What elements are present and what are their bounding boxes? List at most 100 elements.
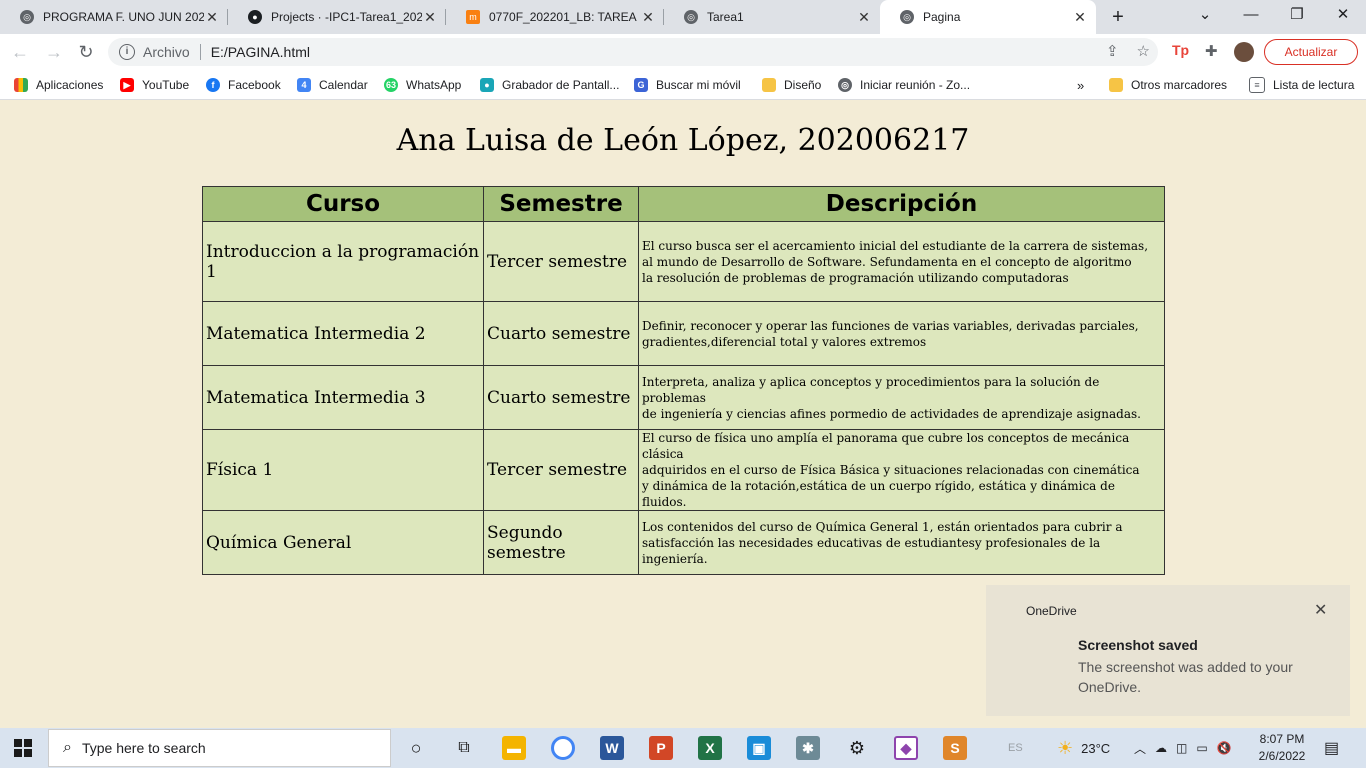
meet-now-icon[interactable]: ◫ bbox=[1176, 741, 1187, 755]
bookmark-label: Otros marcadores bbox=[1131, 78, 1228, 92]
weather-widget[interactable]: ☀ 23°C bbox=[1057, 728, 1110, 768]
apps-icon bbox=[14, 78, 28, 92]
settings-gear-icon[interactable]: ⚙ bbox=[845, 736, 869, 760]
tab-pagina[interactable]: ◎ Pagina ✕ bbox=[880, 0, 1096, 34]
address-bar[interactable]: i Archivo E:/PAGINA.html ⇪ ☆ bbox=[108, 38, 1158, 66]
calendar-icon: 4 bbox=[297, 78, 311, 92]
description-line: gradientes,diferencial total y valores e… bbox=[642, 334, 927, 349]
close-tab-icon[interactable]: ✕ bbox=[640, 9, 656, 26]
show-hidden-icons-chevron-icon[interactable]: ︿ bbox=[1134, 740, 1146, 757]
description-line: y dinámica de la rotación,estática de un… bbox=[642, 479, 1115, 509]
column-header-curso: Curso bbox=[202, 186, 484, 222]
remote-desktop-icon[interactable]: ▣ bbox=[747, 736, 771, 760]
tab-programa[interactable]: ◎ PROGRAMA F. UNO JUN 2021 ✕ bbox=[0, 0, 228, 34]
minimize-icon[interactable]: — bbox=[1228, 0, 1274, 30]
bookmark-other[interactable]: Otros marcadores bbox=[1109, 70, 1227, 100]
notifications-icon[interactable]: ▤ bbox=[1324, 728, 1339, 768]
file-explorer-icon[interactable]: ▬ bbox=[502, 736, 526, 760]
folder-icon bbox=[1109, 78, 1123, 92]
bookmark-recorder[interactable]: ● Grabador de Pantall... bbox=[480, 70, 619, 100]
windows-start-icon[interactable] bbox=[14, 739, 32, 757]
sublime-text-icon[interactable]: S bbox=[943, 736, 967, 760]
cell-descripcion: Interpreta, analiza y aplica conceptos y… bbox=[638, 365, 1165, 430]
column-header-semestre: Semestre bbox=[483, 186, 639, 222]
search-placeholder: Type here to search bbox=[81, 740, 206, 756]
volume-muted-icon[interactable]: 🔇 bbox=[1217, 741, 1232, 755]
extension-tp-icon[interactable]: Tp bbox=[1172, 42, 1189, 58]
bookmark-diseno[interactable]: Diseño bbox=[762, 70, 821, 100]
update-button[interactable]: Actualizar bbox=[1264, 39, 1358, 65]
cell-semestre: Cuarto semestre bbox=[483, 301, 639, 366]
close-tab-icon[interactable]: ✕ bbox=[856, 9, 872, 26]
close-tab-icon[interactable]: ✕ bbox=[1072, 9, 1088, 26]
new-tab-button[interactable]: + bbox=[1104, 6, 1132, 28]
courses-table: Curso Semestre Descripción Introduccion … bbox=[202, 186, 1165, 575]
bookmark-star-icon[interactable]: ☆ bbox=[1137, 42, 1150, 60]
bookmark-label: Grabador de Pantall... bbox=[502, 78, 620, 92]
close-notification-icon[interactable]: ✕ bbox=[1314, 600, 1327, 620]
extensions-puzzle-icon[interactable]: ✚ bbox=[1205, 42, 1218, 60]
globe-icon: ◎ bbox=[900, 10, 914, 24]
bookmark-facebook[interactable]: f Facebook bbox=[206, 70, 281, 100]
page-heading: Ana Luisa de León López, 202006217 bbox=[396, 123, 970, 158]
close-tab-icon[interactable]: ✕ bbox=[422, 9, 438, 26]
bookmark-youtube[interactable]: ▶ YouTube bbox=[120, 70, 189, 100]
cell-descripcion: El curso busca ser el acercamiento inici… bbox=[638, 221, 1165, 302]
tab-strip: ◎ PROGRAMA F. UNO JUN 2021 ✕ ● Projects … bbox=[0, 0, 1366, 34]
youtube-icon: ▶ bbox=[120, 78, 134, 92]
search-icon: ⌕ bbox=[63, 739, 72, 756]
close-window-icon[interactable]: ✕ bbox=[1320, 0, 1366, 30]
onedrive-cloud-icon[interactable]: ☁ bbox=[1155, 741, 1167, 755]
cell-semestre: Cuarto semestre bbox=[483, 365, 639, 430]
app-icon[interactable]: ✱ bbox=[796, 736, 820, 760]
cell-semestre: Tercer semestre bbox=[483, 221, 639, 302]
bookmark-find-phone[interactable]: G Buscar mi móvil bbox=[634, 70, 741, 100]
bookmark-label: YouTube bbox=[142, 78, 190, 92]
description-line: Interpreta, analiza y aplica conceptos y… bbox=[642, 374, 1100, 405]
excel-icon[interactable]: X bbox=[698, 736, 722, 760]
share-icon[interactable]: ⇪ bbox=[1106, 42, 1119, 60]
bookmark-label: Aplicaciones bbox=[36, 78, 104, 92]
bookmark-calendar[interactable]: 4 Calendar bbox=[297, 70, 368, 100]
bookmark-label: Facebook bbox=[228, 78, 281, 92]
forward-icon[interactable]: → bbox=[42, 40, 66, 64]
onedrive-notification[interactable]: OneDrive ✕ Screenshot saved The screensh… bbox=[986, 585, 1350, 716]
cube-app-icon[interactable]: ◆ bbox=[894, 736, 918, 760]
bookmark-apps[interactable]: Aplicaciones bbox=[14, 70, 103, 100]
description-line: Definir, reconocer y operar las funcione… bbox=[642, 318, 1139, 333]
bookmark-label: Iniciar reunión - Zo... bbox=[860, 78, 971, 92]
bookmark-label: Diseño bbox=[784, 78, 822, 92]
tab-search-icon[interactable]: ⌄ bbox=[1182, 0, 1228, 30]
tab-tarea1[interactable]: ◎ Tarea1 ✕ bbox=[664, 0, 880, 34]
chrome-icon[interactable] bbox=[551, 736, 575, 760]
bookmark-zoom[interactable]: ◎ Iniciar reunión - Zo... bbox=[838, 70, 970, 100]
cell-semestre: Segundo semestre bbox=[483, 510, 639, 575]
info-icon[interactable]: i bbox=[119, 44, 135, 60]
back-icon[interactable]: ← bbox=[8, 40, 32, 64]
cell-descripcion: El curso de física uno amplía el panoram… bbox=[638, 429, 1165, 511]
description-line: satisfacción las necesidades educativas … bbox=[642, 535, 1101, 566]
table-row: Física 1 Tercer semestre El curso de fís… bbox=[202, 429, 1165, 511]
cell-curso: Introduccion a la programación 1 bbox=[202, 221, 484, 302]
whatsapp-icon: 63 bbox=[384, 78, 398, 92]
cortana-icon[interactable]: ○ bbox=[404, 736, 428, 760]
more-bookmarks-chevron-icon[interactable]: » bbox=[1077, 70, 1084, 100]
taskbar-search[interactable]: ⌕ Type here to search bbox=[48, 729, 391, 767]
restore-icon[interactable]: ❐ bbox=[1274, 0, 1320, 30]
language-indicator[interactable]: ES bbox=[1008, 728, 1023, 768]
tab-moodle[interactable]: m 0770F_202201_LB: TAREA 1 ✕ bbox=[446, 0, 664, 34]
bookmark-whatsapp[interactable]: 63 WhatsApp bbox=[384, 70, 461, 100]
reload-icon[interactable]: ↻ bbox=[74, 40, 98, 64]
profile-avatar[interactable] bbox=[1234, 42, 1254, 62]
word-icon[interactable]: W bbox=[600, 736, 624, 760]
close-tab-icon[interactable]: ✕ bbox=[204, 9, 220, 26]
find-phone-icon: G bbox=[634, 78, 648, 92]
powerpoint-icon[interactable]: P bbox=[649, 736, 673, 760]
windows-taskbar: ⌕ Type here to search ○ ⧉ ▬ W P X ▣ ✱ ⚙ … bbox=[0, 728, 1366, 768]
task-view-icon[interactable]: ⧉ bbox=[452, 736, 476, 760]
network-icon[interactable]: ▭ bbox=[1196, 741, 1207, 755]
tab-projects[interactable]: ● Projects · -IPC1-Tarea1_2020062 ✕ bbox=[228, 0, 446, 34]
reading-list[interactable]: ≡ Lista de lectura bbox=[1249, 70, 1354, 100]
description-line: adquiridos en el curso de Física Básica … bbox=[642, 463, 1140, 477]
clock[interactable]: 8:07 PM 2/6/2022 bbox=[1254, 731, 1310, 765]
